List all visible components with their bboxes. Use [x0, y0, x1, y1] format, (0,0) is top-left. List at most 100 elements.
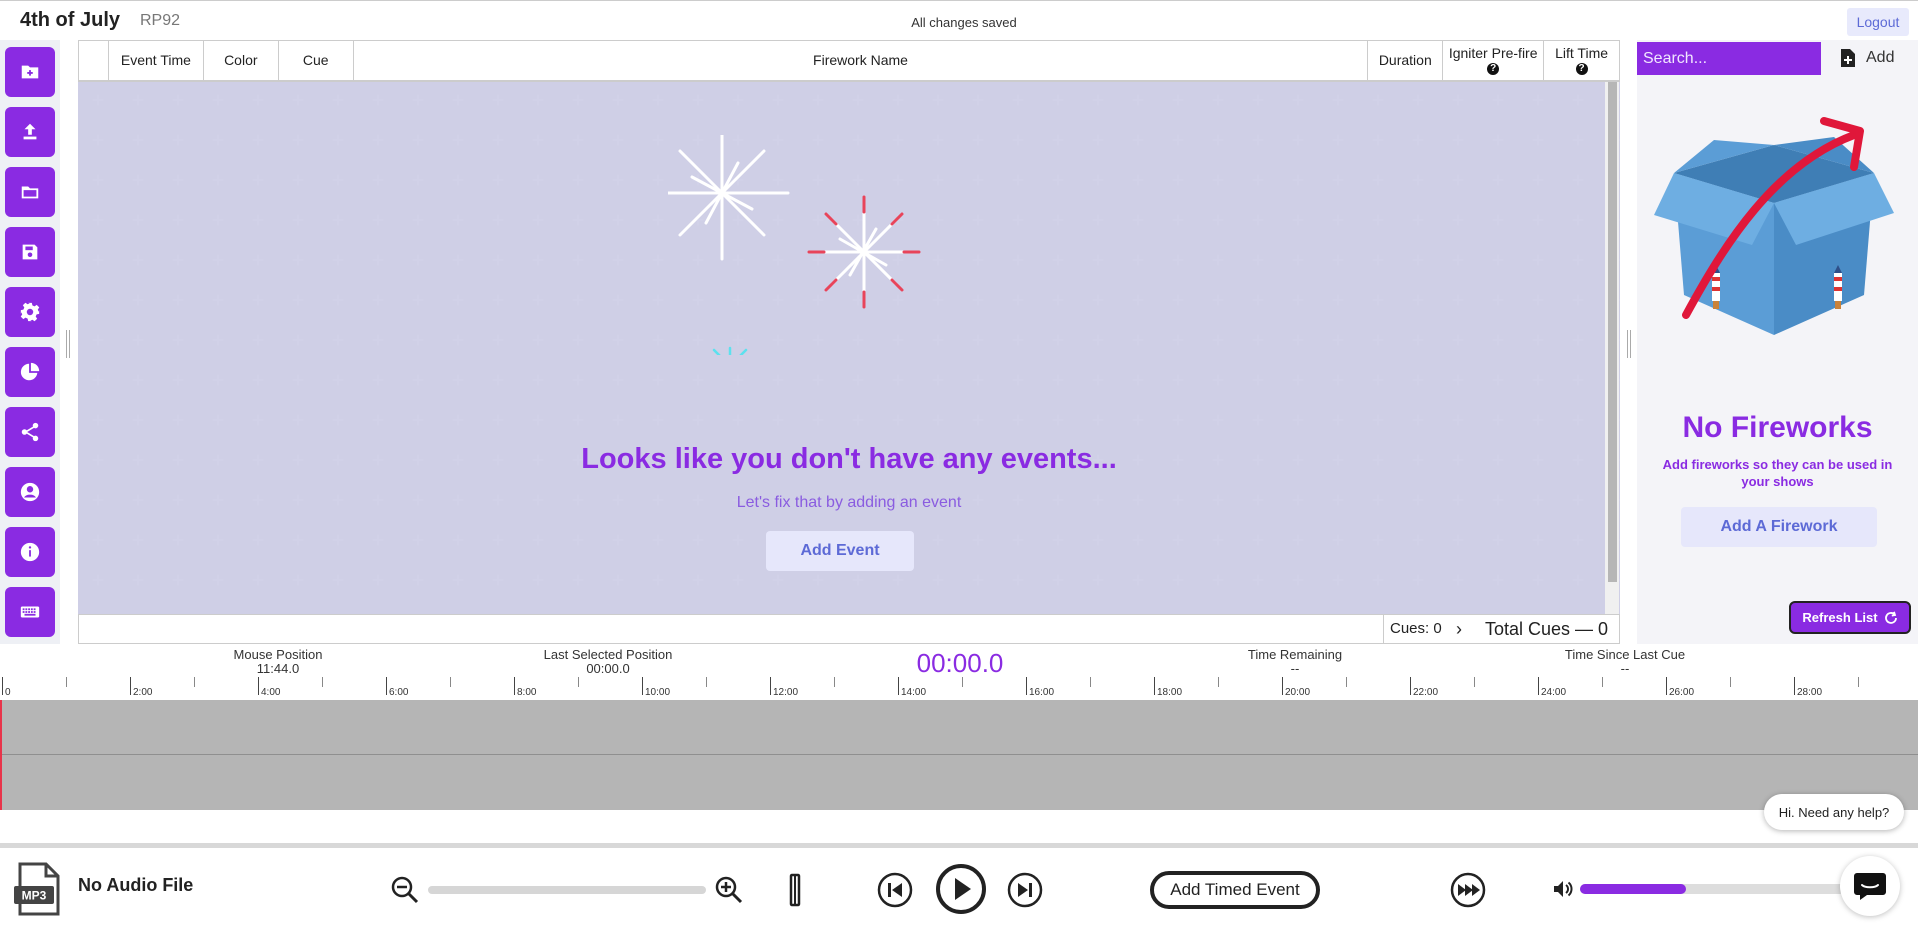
folder-icon [21, 186, 39, 199]
playback-speed-icon[interactable] [1450, 872, 1486, 908]
share-icon [21, 422, 39, 442]
volume-level [1580, 884, 1686, 894]
ruler-minor-tick [1730, 677, 1731, 687]
ruler-tick-label: 18:00 [1157, 687, 1183, 698]
share-button[interactable] [5, 407, 55, 457]
ruler-tick-label: 20:00 [1285, 687, 1311, 698]
resize-handle-left[interactable] [66, 330, 70, 358]
add-a-firework-button[interactable]: Add A Firework [1681, 507, 1877, 547]
save-status: All changes saved [911, 15, 1017, 30]
open-show-button[interactable] [5, 167, 55, 217]
time-remaining-label: Time Remaining [1247, 647, 1343, 662]
ruler-minor-tick [322, 677, 323, 687]
ruler-minor-tick [1602, 677, 1603, 687]
refresh-list-label: Refresh List [1802, 610, 1878, 625]
skip-back-icon[interactable] [877, 872, 913, 908]
timeline-ruler[interactable]: 0 2:00 4:00 6:00 8:00 10:00 12:00 14:00 16:00 18:… [0, 677, 1918, 699]
new-show-button[interactable] [5, 47, 55, 97]
column-header-firework-name[interactable]: Firework Name [354, 41, 1369, 80]
volume-icon[interactable] [1552, 878, 1574, 900]
add-event-button[interactable]: Add Event [766, 531, 914, 571]
time-since-last-cue-value: -- [1620, 661, 1630, 676]
play-icon[interactable] [935, 863, 987, 915]
fireworks-panel: Add No Fireworks Add fireworks so they c… [1637, 40, 1918, 644]
ruler-tick-label: 2:00 [133, 687, 153, 698]
time-since-last-cue-label: Time Since Last Cue [1564, 647, 1686, 662]
upload-button[interactable] [5, 107, 55, 157]
mp3-file-icon: MP3 [14, 862, 60, 916]
playhead[interactable] [0, 700, 2, 810]
help-icon[interactable]: ? [1487, 63, 1500, 75]
firework-search-input[interactable] [1637, 42, 1821, 75]
last-selected-value: 00:00.0 [586, 661, 630, 676]
column-header-lift-time[interactable]: Lift Time ? [1544, 41, 1619, 80]
ruler-major-tick [1794, 677, 1795, 695]
column-header-color[interactable]: Color [204, 41, 279, 80]
chat-icon [1854, 873, 1886, 900]
ruler-major-tick [2, 677, 3, 695]
settings-button[interactable] [5, 287, 55, 337]
ruler-minor-tick [1218, 677, 1219, 687]
marker-icon[interactable] [788, 873, 802, 907]
ruler-tick-label: 12:00 [773, 687, 799, 698]
add-firework-button[interactable]: Add [1840, 45, 1894, 71]
column-header-cue[interactable]: Cue [279, 41, 354, 80]
select-column-header[interactable] [79, 41, 109, 80]
reports-button[interactable] [5, 347, 55, 397]
column-header-event-time[interactable]: Event Time [109, 41, 204, 80]
ruler-major-tick [514, 677, 515, 695]
logout-button[interactable]: Logout [1847, 8, 1909, 36]
time-since-last-cue-stat: Time Since Last Cue -- [1545, 648, 1705, 676]
ruler-major-tick [1538, 677, 1539, 695]
skip-forward-icon[interactable] [1007, 872, 1043, 908]
ruler-tick-label: 26:00 [1669, 687, 1695, 698]
tool-sidebar [0, 40, 60, 644]
igniter-prefire-label: Igniter Pre-fire [1448, 45, 1538, 61]
keyboard-icon [20, 606, 40, 618]
scrollbar-thumb[interactable] [1608, 82, 1617, 582]
chevron-right-icon[interactable]: › [1456, 615, 1462, 643]
add-timed-event-button[interactable]: Add Timed Event [1150, 871, 1320, 909]
info-icon [20, 542, 40, 562]
ruler-tick-label: 6:00 [389, 687, 409, 698]
chat-button[interactable] [1840, 856, 1900, 916]
ruler-tick-label: 4:00 [261, 687, 281, 698]
events-table-header: Event Time Color Cue Firework Name Durat… [78, 40, 1620, 82]
zoom-out-icon[interactable] [390, 875, 420, 905]
lift-time-label: Lift Time [1555, 45, 1609, 61]
events-scrollbar[interactable] [1605, 82, 1619, 614]
ruler-tick-label: 24:00 [1541, 687, 1567, 698]
add-firework-label: Add [1866, 49, 1895, 66]
ruler-major-tick [130, 677, 131, 695]
resize-handle-right[interactable] [1627, 330, 1631, 358]
save-icon [22, 244, 38, 260]
column-header-duration[interactable]: Duration [1368, 41, 1444, 80]
zoom-in-icon[interactable] [714, 875, 744, 905]
ruler-minor-tick [1858, 677, 1859, 687]
refresh-list-button[interactable]: Refresh List [1789, 601, 1911, 634]
ruler-tick-label: 16:00 [1029, 687, 1055, 698]
volume-slider[interactable] [1580, 884, 1845, 894]
ruler-major-tick [258, 677, 259, 695]
ruler-major-tick [898, 677, 899, 695]
column-header-igniter-prefire[interactable]: Igniter Pre-fire ? [1443, 41, 1545, 80]
keyboard-shortcuts-button[interactable] [5, 587, 55, 637]
help-prompt[interactable]: Hi. Need any help? [1764, 794, 1904, 830]
fireworks-illustration [668, 135, 921, 355]
empty-events-subtitle: Let's fix that by adding an event [736, 494, 962, 511]
zoom-slider[interactable] [428, 886, 706, 894]
empty-events-title: Looks like you don't have any events... [581, 443, 1117, 475]
audio-waveform[interactable] [0, 700, 1918, 810]
mouse-position-stat: Mouse Position 11:44.0 [208, 648, 348, 676]
ruler-tick-label: 0 [5, 687, 11, 698]
save-button[interactable] [5, 227, 55, 277]
info-button[interactable] [5, 527, 55, 577]
divider [0, 843, 1918, 848]
ruler-minor-tick [194, 677, 195, 687]
account-button[interactable] [5, 467, 55, 517]
cues-count: Cues: 0 [1383, 615, 1442, 643]
ruler-minor-tick [706, 677, 707, 687]
time-remaining-value: -- [1290, 661, 1300, 676]
empty-box-illustration [1654, 117, 1894, 335]
help-icon[interactable]: ? [1575, 63, 1588, 75]
